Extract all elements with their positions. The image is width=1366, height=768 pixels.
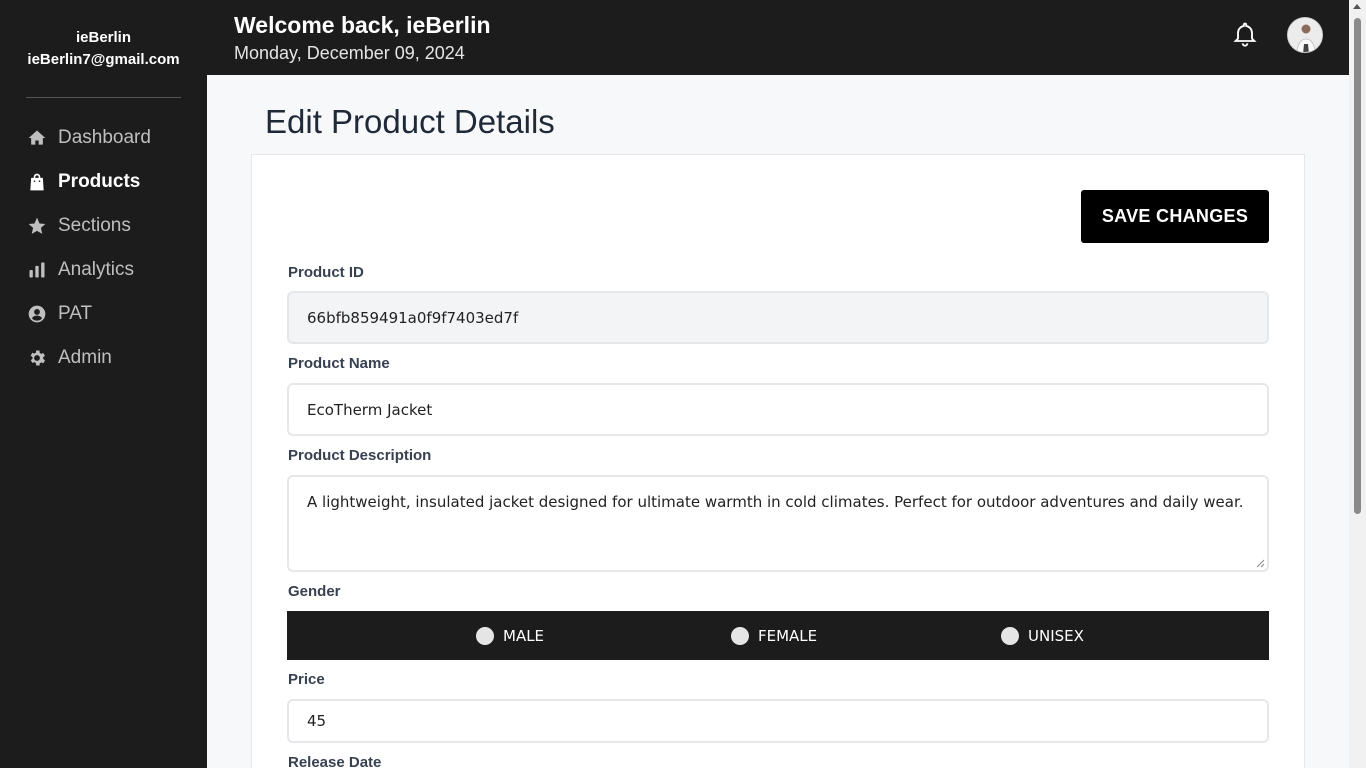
sidebar-divider — [26, 97, 181, 98]
gender-option-male[interactable]: MALE — [476, 611, 544, 660]
gender-radio-group: MALE FEMALE UNISEX — [287, 611, 1269, 660]
release-date-label: Release Date — [288, 754, 382, 768]
gender-option-label: FEMALE — [758, 626, 818, 645]
sidebar-item-admin[interactable]: Admin — [0, 336, 207, 380]
product-id-label: Product ID — [288, 264, 364, 281]
radio-circle-icon[interactable] — [476, 626, 494, 645]
product-description-textarea[interactable]: A lightweight, insulated jacket designed… — [287, 475, 1269, 572]
sidebar-item-label: Analytics — [58, 259, 135, 280]
user-circle-icon — [27, 304, 47, 324]
price-input[interactable]: 45 — [287, 699, 1269, 743]
sidebar-item-label: PAT — [58, 303, 93, 324]
star-icon — [27, 216, 47, 236]
avatar[interactable] — [1287, 17, 1323, 53]
notification-bell-icon[interactable] — [1231, 20, 1259, 48]
sidebar-nav: Dashboard Products Sections Analytics PA… — [0, 116, 207, 380]
avatar-person-icon — [1288, 18, 1322, 52]
sidebar-item-pat[interactable]: PAT — [0, 292, 207, 336]
sidebar-item-label: Sections — [58, 215, 131, 236]
product-id-field[interactable]: 66bfb859491a0f9f7403ed7f — [287, 291, 1269, 344]
scrollbar-thumb[interactable] — [1354, 18, 1361, 514]
sidebar-item-label: Products — [58, 171, 141, 192]
product-description-text: A lightweight, insulated jacket designed… — [307, 493, 1244, 511]
bar-chart-icon — [27, 260, 47, 280]
radio-circle-icon[interactable] — [731, 626, 749, 645]
sidebar-item-sections[interactable]: Sections — [0, 204, 207, 248]
gender-option-label: MALE — [503, 626, 545, 645]
user-name: ieBerlin — [75, 29, 132, 46]
sidebar: ieBerlin ieBerlin7@gmail.com Dashboard P… — [0, 0, 207, 768]
sidebar-item-label: Admin — [58, 347, 112, 368]
gear-icon — [27, 348, 47, 368]
user-email: ieBerlin7@gmail.com — [27, 51, 180, 68]
gender-option-unisex[interactable]: UNISEX — [1001, 611, 1084, 660]
page-scrollbar[interactable] — [1349, 0, 1366, 768]
radio-circle-icon[interactable] — [1001, 626, 1019, 645]
product-name-input[interactable]: EcoTherm Jacket — [287, 383, 1269, 436]
sidebar-item-dashboard[interactable]: Dashboard — [0, 116, 207, 160]
top-bar: Welcome back, ieBerlin Monday, December … — [207, 0, 1349, 75]
save-changes-button[interactable]: SAVE CHANGES — [1081, 190, 1269, 243]
sidebar-item-products[interactable]: Products — [0, 160, 207, 204]
home-icon — [27, 128, 47, 148]
current-date: Monday, December 09, 2024 — [234, 43, 465, 63]
gender-option-label: UNISEX — [1028, 626, 1084, 645]
sidebar-item-analytics[interactable]: Analytics — [0, 248, 207, 292]
scroll-up-arrow-icon[interactable] — [1353, 4, 1361, 9]
resize-handle-icon[interactable] — [1255, 558, 1265, 568]
user-info: ieBerlin ieBerlin7@gmail.com — [0, 0, 207, 72]
price-label: Price — [288, 671, 325, 688]
product-description-label: Product Description — [288, 447, 432, 464]
product-name-label: Product Name — [288, 355, 390, 372]
shopping-bag-icon — [27, 172, 47, 192]
sidebar-item-label: Dashboard — [58, 127, 151, 148]
welcome-heading: Welcome back, ieBerlin — [234, 12, 491, 38]
gender-option-female[interactable]: FEMALE — [731, 611, 817, 660]
gender-label: Gender — [288, 583, 341, 600]
page-title: Edit Product Details — [265, 103, 555, 140]
